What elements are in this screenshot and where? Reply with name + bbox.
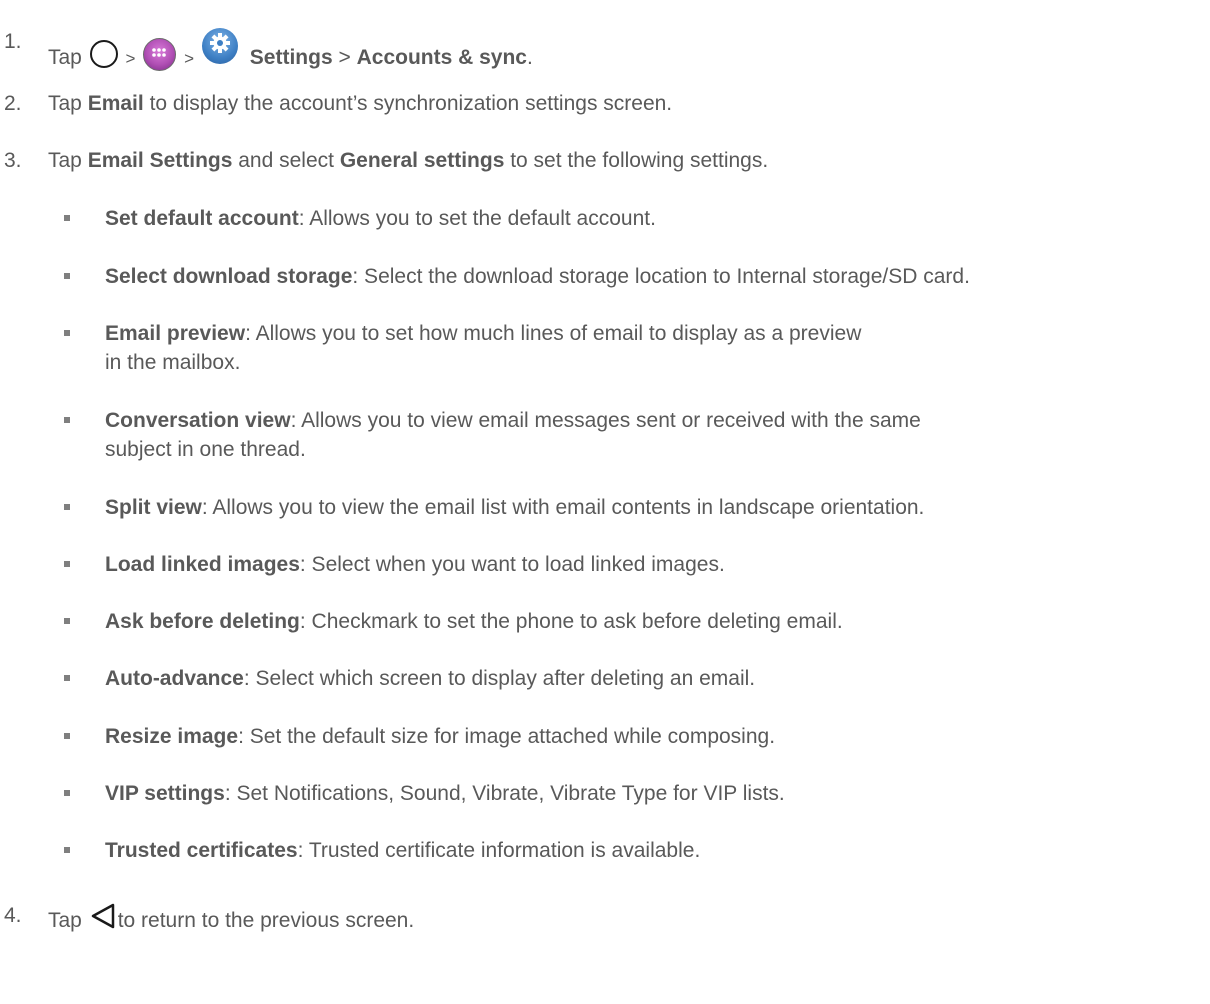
setting-desc: : Set Notifications, Sound, Vibrate, Vib… — [224, 782, 785, 805]
list-item-text: Select download storage: Select the down… — [105, 262, 1205, 291]
step-body: Tap to return to the previous screen. — [48, 902, 414, 935]
list-item-text: VIP settings: Set Notifications, Sound, … — [105, 779, 1205, 808]
back-triangle-icon — [91, 903, 114, 929]
setting-desc: : Trusted certificate information is ava… — [297, 839, 701, 862]
step-bold: General settings — [339, 149, 505, 172]
bullet-marker — [64, 330, 70, 336]
step-bold: Email Settings — [87, 149, 233, 172]
setting-term: VIP settings — [105, 782, 225, 805]
list-item-text: Load linked images: Select when you want… — [105, 550, 1205, 579]
step-end: . — [526, 46, 533, 69]
home-circle-icon — [89, 40, 118, 68]
setting-term: Trusted certificates — [105, 839, 298, 862]
menu-path-accounts: Accounts & sync — [356, 46, 527, 69]
bullet-marker — [64, 847, 70, 853]
setting-term: Split view — [105, 496, 202, 519]
step-number: 3. — [4, 149, 22, 172]
list-item-text: Conversation view: Allows you to view em… — [105, 406, 985, 464]
step-text: to return to the previous screen. — [117, 909, 415, 932]
step-body: Tap Email Settings and select General se… — [48, 147, 768, 175]
setting-desc: : Select the download storage location t… — [352, 265, 970, 288]
step-text: Tap — [48, 46, 82, 69]
step-body: Tap Email to display the account’s synch… — [48, 90, 672, 118]
list-item-text: Trusted certificates: Trusted certificat… — [105, 836, 1205, 865]
list-item-text: Email preview: Allows you to set how muc… — [105, 319, 865, 377]
setting-desc: : Allows you to view the email list with… — [201, 496, 925, 519]
step-text: Tap — [48, 149, 88, 172]
setting-term: Email preview — [105, 322, 246, 345]
instruction-document: 1. Tap > > Settings > Accounts & sync. 2… — [0, 0, 1210, 1004]
setting-term: Load linked images — [105, 553, 300, 576]
step-text: to display the account’s synchronization… — [143, 92, 673, 115]
setting-desc: : Set the default size for image attache… — [238, 725, 776, 748]
setting-term: Select download storage — [105, 265, 353, 288]
setting-desc: : Checkmark to set the phone to ask befo… — [299, 610, 843, 633]
apps-grid-icon — [143, 38, 177, 71]
menu-path-settings: Settings — [249, 46, 333, 69]
list-item-text: Set default account: Allows you to set t… — [105, 204, 1205, 233]
step-number: 1. — [4, 30, 22, 53]
step-number: 4. — [4, 904, 22, 927]
setting-term: Set default account — [105, 207, 299, 230]
step-body: Tap > > Settings > Accounts & sync. — [48, 28, 533, 73]
bullet-marker — [64, 273, 70, 279]
list-item-text: Auto-advance: Select which screen to dis… — [105, 664, 1205, 693]
setting-term: Ask before deleting — [105, 610, 300, 633]
setting-desc: : Allows you to set the default account. — [298, 207, 656, 230]
bullet-marker — [64, 215, 70, 221]
step-text: to set the following settings. — [504, 149, 769, 172]
step-bold: Email — [87, 92, 144, 115]
list-item-text: Split view: Allows you to view the email… — [105, 493, 1205, 522]
bullet-marker — [64, 618, 70, 624]
setting-desc: : Select when you want to load linked im… — [299, 553, 725, 576]
separator: > — [338, 46, 351, 69]
bullet-marker — [64, 417, 70, 423]
step-text: Tap — [48, 92, 88, 115]
bullet-marker — [64, 675, 70, 681]
step-text: and select — [232, 149, 340, 172]
step-number: 2. — [4, 92, 22, 115]
separator: > — [184, 49, 195, 68]
list-item-text: Ask before deleting: Checkmark to set th… — [105, 607, 1205, 636]
list-item-text: Resize image: Set the default size for i… — [105, 722, 1205, 751]
bullet-marker — [64, 733, 70, 739]
separator: > — [125, 49, 136, 68]
bullet-marker — [64, 504, 70, 510]
settings-gear-icon — [201, 28, 238, 64]
bullet-marker — [64, 790, 70, 796]
setting-term: Resize image — [105, 725, 239, 748]
setting-term: Conversation view — [105, 409, 291, 432]
step-text: Tap — [48, 909, 82, 932]
bullet-marker — [64, 561, 70, 567]
setting-desc: : Select which screen to display after d… — [243, 667, 756, 690]
setting-term: Auto-advance — [105, 667, 244, 690]
